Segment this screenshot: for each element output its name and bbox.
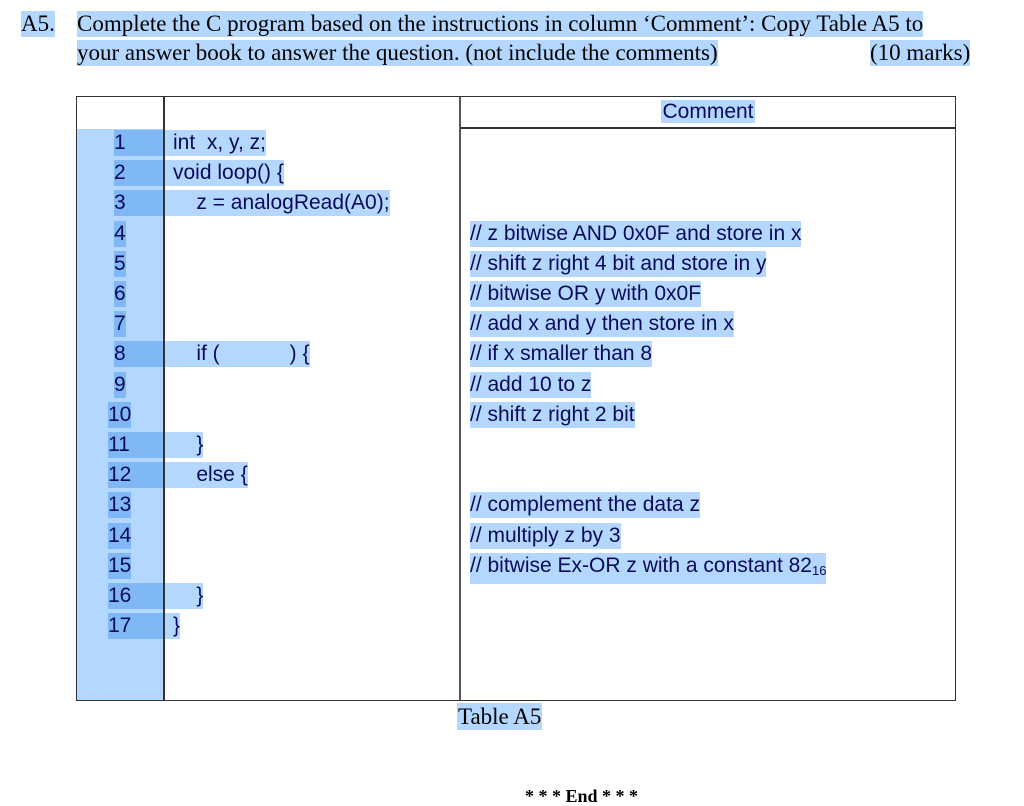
- question-text-line-1: Complete the C program based on the inst…: [77, 11, 924, 37]
- code-line: z = analogRead(A0);: [165, 190, 390, 217]
- comment-text: // add x and y then store in x: [470, 312, 734, 336]
- line-number: 17: [108, 613, 163, 640]
- table-row: 16 }: [77, 583, 955, 609]
- line-number: 12: [108, 462, 163, 489]
- table-row: 3 z = analogRead(A0);: [77, 190, 955, 217]
- table-row: 10 // shift z right 2 bit: [77, 401, 955, 428]
- table-caption: Table A5: [457, 703, 543, 730]
- question-text-line-2: your answer book to answer the question.…: [77, 40, 718, 66]
- table-row: 6 // bitwise OR y with 0x0F: [77, 281, 955, 307]
- table-row: 1 int x, y, z;: [77, 130, 955, 156]
- table-row: 15 // bitwise Ex-OR z with a constant 821…: [77, 552, 955, 584]
- line-number: 9: [114, 371, 126, 398]
- table-row: 17}: [77, 613, 955, 640]
- comment-text: // bitwise Ex-OR z with a constant 82: [470, 553, 812, 577]
- comment-column-header: Comment: [461, 99, 955, 125]
- table-row: 7 // add x and y then store in x: [77, 311, 955, 338]
- comment-text: // multiply z by 3: [470, 523, 621, 547]
- line-number: 14: [108, 522, 132, 549]
- comment-text: // complement the data z: [470, 493, 700, 517]
- comment-text: // shift z right 4 bit and store in y: [470, 251, 767, 275]
- end-marker: * * * End * * *: [525, 786, 639, 806]
- column-divider-2: [459, 97, 461, 700]
- code-line: }: [165, 583, 204, 609]
- line-number: 15: [108, 552, 132, 579]
- code-line: void loop() {: [165, 160, 284, 187]
- header-divider: [461, 127, 955, 129]
- line-number: 6: [114, 281, 126, 307]
- line-number: 13: [108, 492, 132, 519]
- table-row: 2 void loop() {: [77, 160, 955, 187]
- code-line: else {: [165, 462, 248, 489]
- line-number: 5: [114, 250, 126, 277]
- table-row: 12 else {: [77, 462, 955, 489]
- question-number: A5.: [21, 11, 55, 37]
- comment-text: // shift z right 2 bit: [470, 402, 635, 426]
- comment-line: // bitwise OR y with 0x0F: [470, 281, 702, 307]
- comment-line: // add x and y then store in x: [470, 311, 734, 338]
- code-line: }: [165, 432, 204, 458]
- comment-subscript: 16: [811, 562, 827, 578]
- line-number: 2: [114, 160, 163, 187]
- table-row: 5 // shift z right 4 bit and store in y: [77, 250, 955, 277]
- code-line: if ( ) {: [165, 341, 310, 368]
- comment-text: // if x smaller than 8: [470, 342, 653, 366]
- code-line: }: [165, 613, 181, 640]
- line-number: 3: [114, 190, 163, 217]
- line-number: 16: [108, 583, 163, 609]
- code-table: Comment 1 int x, y, z; 2 void loop() {3 z =…: [76, 96, 956, 701]
- comment-line: // shift z right 2 bit: [470, 401, 635, 428]
- line-number: 10: [108, 401, 132, 428]
- code-line: int x, y, z;: [165, 130, 266, 156]
- comment-line: // multiply z by 3: [470, 522, 621, 549]
- table-row: 8 if ( ) { // if x smaller than 8: [77, 341, 955, 368]
- table-row: 14 // multiply z by 3: [77, 522, 955, 549]
- comment-line: // add 10 to z: [470, 371, 592, 398]
- comment-line: // shift z right 4 bit and store in y: [470, 250, 767, 277]
- line-number: 7: [114, 311, 126, 338]
- column-divider-1: [163, 97, 165, 700]
- comment-line: // complement the data z: [470, 492, 700, 519]
- question-marks: (10 marks): [870, 40, 971, 66]
- line-number: 8: [114, 341, 163, 368]
- comment-header-label: Comment: [661, 100, 755, 123]
- table-row: 11 }: [77, 432, 955, 458]
- comment-line: // bitwise Ex-OR z with a constant 8216: [470, 552, 827, 584]
- line-number: 1: [114, 130, 163, 156]
- line-number: 11: [108, 432, 163, 458]
- comment-text: // z bitwise AND 0x0F and store in x: [470, 221, 802, 245]
- line-number-column: [77, 97, 163, 700]
- table-row: 9 // add 10 to z: [77, 371, 955, 398]
- comment-text: // bitwise OR y with 0x0F: [470, 282, 702, 305]
- line-number: 4: [114, 220, 126, 247]
- comment-line: // z bitwise AND 0x0F and store in x: [470, 220, 802, 247]
- table-row: 4 // z bitwise AND 0x0F and store in x: [77, 220, 955, 247]
- comment-text: // add 10 to z: [470, 372, 592, 396]
- comment-line: // if x smaller than 8: [470, 341, 653, 368]
- table-row: 13 // complement the data z: [77, 492, 955, 519]
